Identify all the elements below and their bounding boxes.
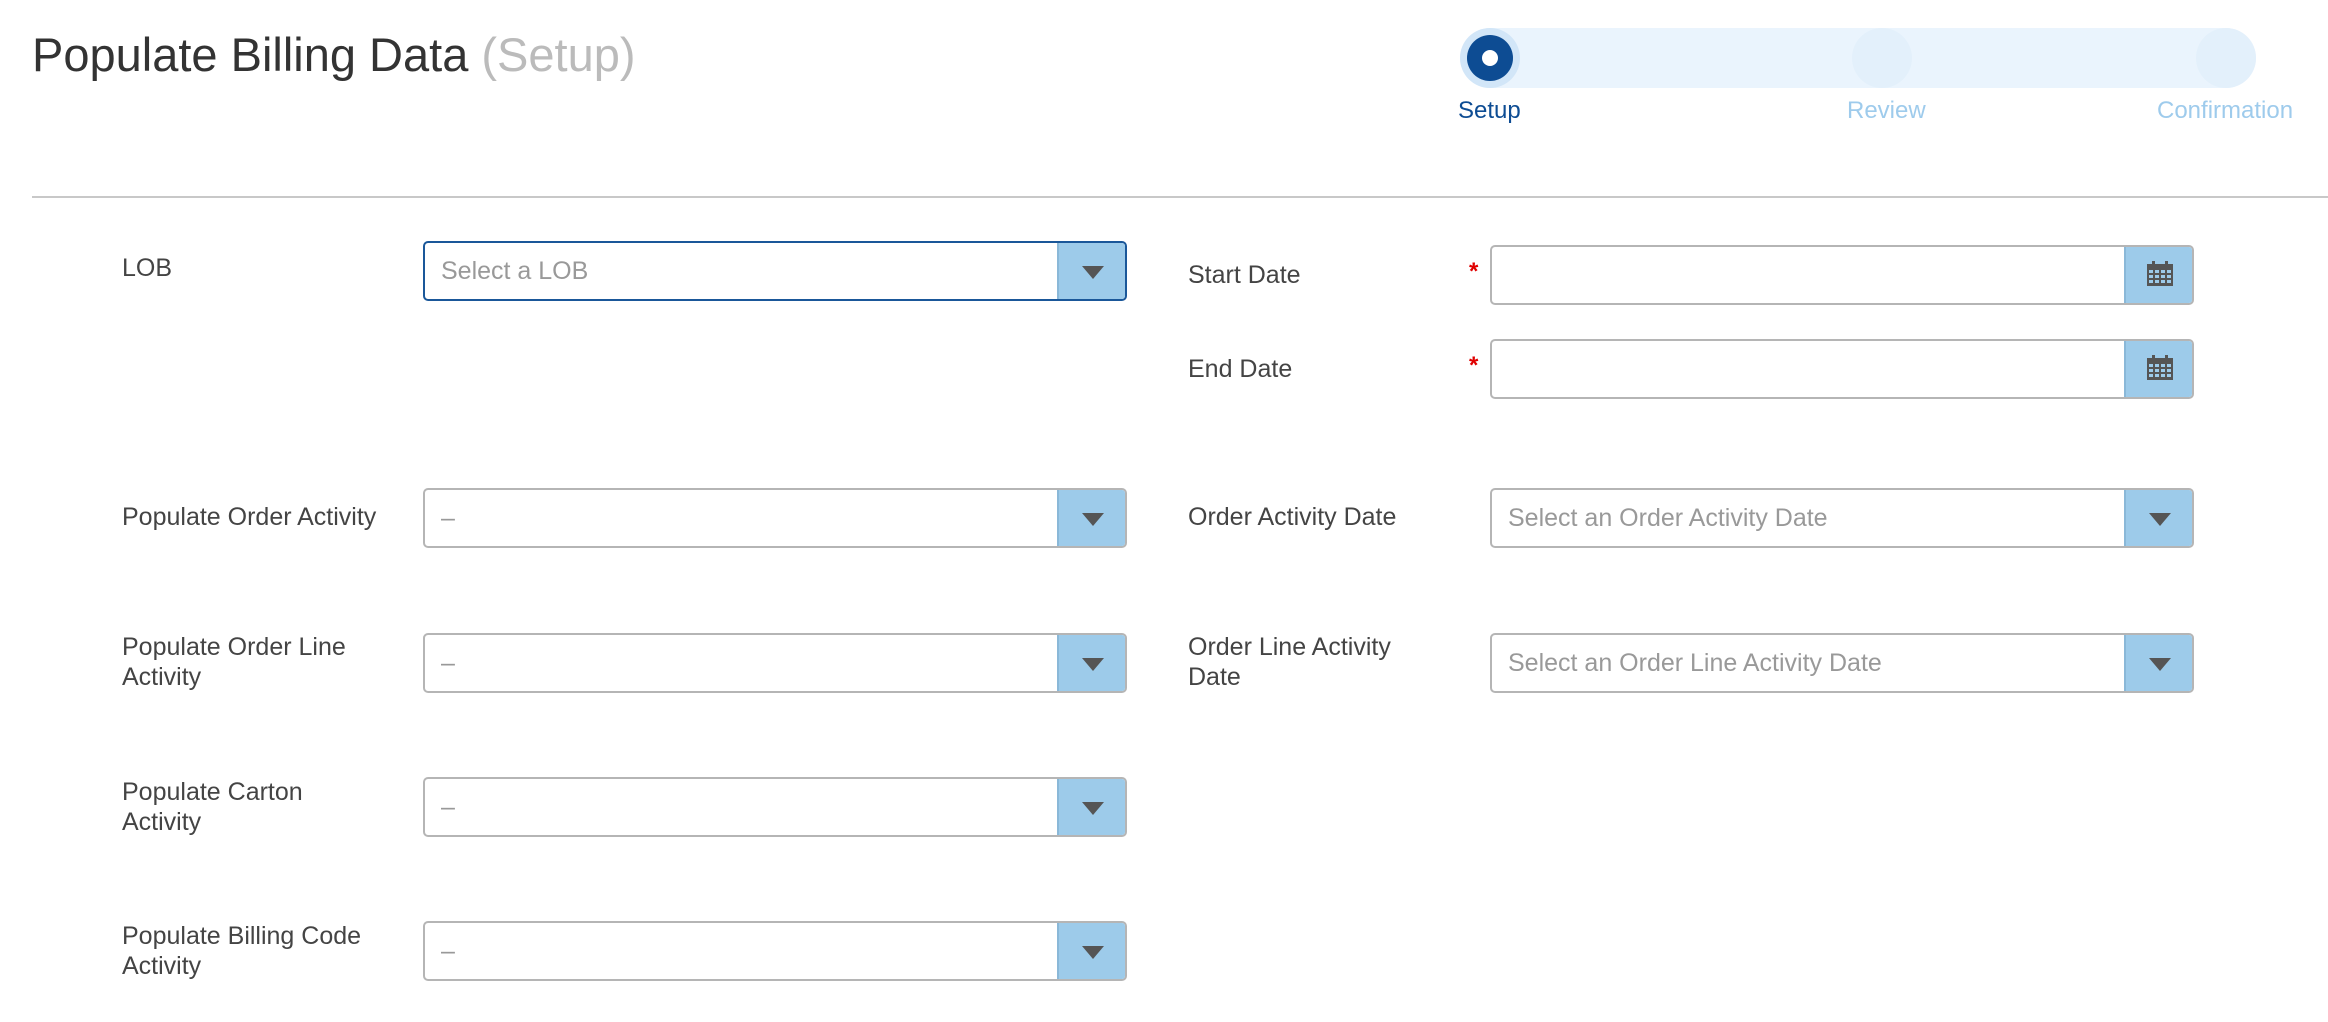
chevron-down-icon [1082, 513, 1104, 526]
lob-placeholder: Select a LOB [441, 257, 589, 285]
populate-order-line-activity-select[interactable]: – [423, 633, 1127, 693]
populate-billing-code-activity-dropdown-button[interactable] [1057, 923, 1125, 979]
populate-order-activity-value: – [441, 504, 455, 532]
order-activity-date-placeholder: Select an Order Activity Date [1508, 504, 1828, 532]
start-date-label: Start Date [1188, 261, 1301, 289]
order-activity-date-label: Order Activity Date [1188, 503, 1397, 531]
chevron-down-icon [1082, 658, 1104, 671]
step-setup-label: Setup [1458, 97, 1521, 124]
order-activity-date-dropdown-button[interactable] [2124, 490, 2192, 546]
populate-order-line-activity-value: – [441, 649, 455, 677]
chevron-down-icon [2149, 658, 2171, 671]
populate-order-line-activity-label-line1: Populate Order Line [122, 633, 346, 661]
populate-order-line-activity-label-line2: Activity [122, 663, 202, 691]
populate-carton-activity-label-line2: Activity [122, 808, 202, 836]
order-line-activity-date-select[interactable]: Select an Order Line Activity Date [1490, 633, 2194, 693]
order-activity-date-select[interactable]: Select an Order Activity Date [1490, 488, 2194, 548]
end-date-required-mark: * [1469, 352, 1479, 379]
step-review-indicator [1852, 28, 1912, 88]
populate-order-activity-dropdown-button[interactable] [1057, 490, 1125, 546]
order-line-activity-date-placeholder: Select an Order Line Activity Date [1508, 649, 1882, 677]
lob-label: LOB [122, 254, 173, 282]
populate-order-line-activity-label: Populate Order Line Activity [122, 632, 346, 692]
step-confirmation-label: Confirmation [2157, 97, 2294, 124]
header-divider [32, 196, 2328, 198]
populate-billing-code-activity-label-line2: Activity [122, 952, 202, 980]
order-line-activity-date-label-line2: Date [1188, 663, 1241, 691]
populate-carton-activity-select[interactable]: – [423, 777, 1127, 837]
order-line-activity-date-dropdown-button[interactable] [2124, 635, 2192, 691]
populate-carton-activity-value: – [441, 793, 455, 821]
order-line-activity-date-label-line1: Order Line Activity [1188, 633, 1391, 661]
page-title-step: (Setup) [481, 28, 636, 81]
populate-billing-code-activity-label-line1: Populate Billing Code [122, 922, 362, 950]
calendar-icon [2147, 355, 2173, 380]
populate-order-line-activity-dropdown-button[interactable] [1057, 635, 1125, 691]
step-confirmation-indicator [2196, 28, 2256, 88]
end-date-picker-button[interactable] [2124, 341, 2192, 397]
start-date-input[interactable] [1490, 245, 2194, 305]
populate-billing-code-activity-value: – [441, 937, 455, 965]
populate-order-activity-select[interactable]: – [423, 488, 1127, 548]
lob-select[interactable]: Select a LOB [423, 241, 1127, 301]
populate-billing-code-activity-label: Populate Billing Code Activity [122, 921, 361, 981]
chevron-down-icon [1082, 802, 1104, 815]
populate-billing-code-activity-select[interactable]: – [423, 921, 1127, 981]
populate-carton-activity-dropdown-button[interactable] [1057, 779, 1125, 835]
step-setup-indicator [1460, 28, 1520, 88]
order-line-activity-date-label: Order Line Activity Date [1188, 632, 1391, 692]
populate-carton-activity-label-line1: Populate Carton [122, 778, 303, 806]
chevron-down-icon [1082, 946, 1104, 959]
chevron-down-icon [2149, 513, 2171, 526]
end-date-input[interactable] [1490, 339, 2194, 399]
start-date-required-mark: * [1469, 258, 1479, 285]
lob-dropdown-button[interactable] [1057, 243, 1125, 299]
start-date-picker-button[interactable] [2124, 247, 2192, 303]
page-title: Populate Billing Data (Setup) [32, 26, 636, 84]
populate-carton-activity-label: Populate Carton Activity [122, 777, 303, 837]
page-title-main: Populate Billing Data [32, 28, 469, 81]
step-review-label: Review [1847, 97, 1926, 124]
chevron-down-icon [1082, 266, 1104, 279]
end-date-label: End Date [1188, 355, 1293, 383]
calendar-icon [2147, 261, 2173, 286]
populate-order-activity-label: Populate Order Activity [122, 503, 377, 531]
